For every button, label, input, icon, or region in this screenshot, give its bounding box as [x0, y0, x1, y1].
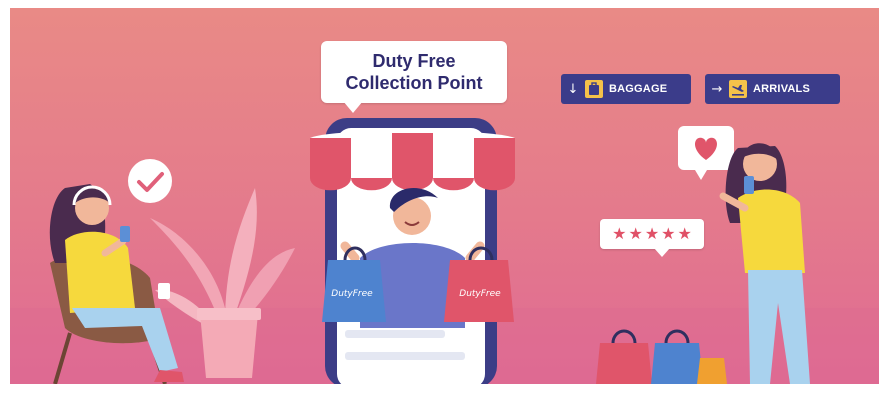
- duty-free-callout: Duty Free Collection Point: [321, 41, 507, 113]
- bag-brand-label: DutyFree: [459, 289, 501, 299]
- star-rating-bubble: ★ ★ ★ ★ ★: [600, 219, 704, 257]
- heart-bubble: [678, 126, 734, 180]
- star-icon: ★: [644, 224, 660, 243]
- star-icon: ★: [612, 224, 627, 243]
- illustration-frame: DutyFree DutyFree Duty Free Collection P…: [10, 8, 879, 384]
- baggage-sign: ↓ BAGGAGE: [561, 74, 691, 104]
- arrivals-label: ARRIVALS: [753, 83, 811, 95]
- checkmark-icon: [128, 159, 172, 203]
- star-icon: ★: [661, 224, 676, 243]
- arrivals-sign: → ARRIVALS: [705, 74, 840, 104]
- callout-line-1: Duty Free: [372, 51, 456, 71]
- baggage-label: BAGGAGE: [609, 83, 668, 95]
- plane-arrivals-icon: [729, 80, 747, 98]
- star-icon: ★: [677, 224, 692, 243]
- arrow-down-icon: ↓: [567, 81, 579, 97]
- callout-line-2: Collection Point: [345, 73, 483, 93]
- bag-brand-label: DutyFree: [331, 289, 373, 299]
- baggage-icon: [585, 80, 603, 98]
- store-awning: [310, 130, 515, 191]
- arrow-right-icon: →: [711, 81, 723, 97]
- star-icon: ★: [628, 224, 643, 243]
